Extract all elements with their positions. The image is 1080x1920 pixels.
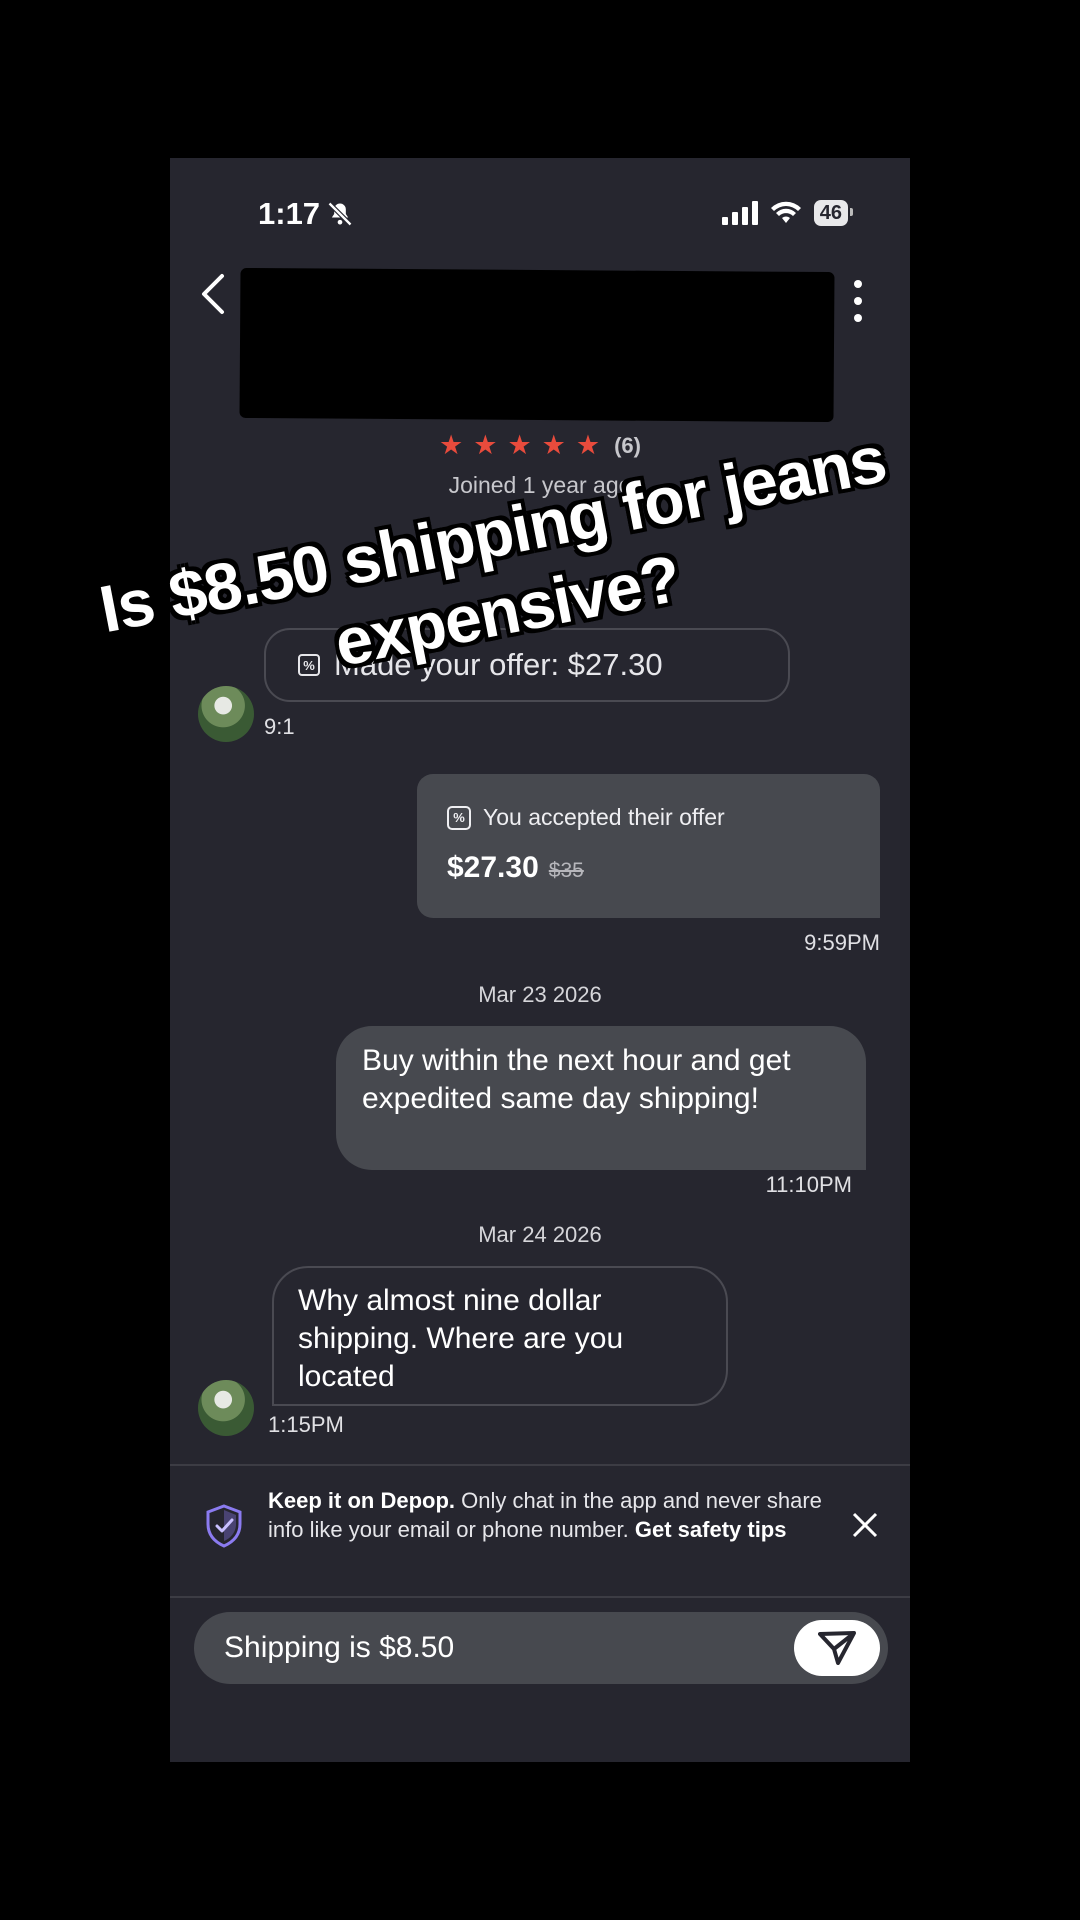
signal-icon (721, 201, 758, 225)
redacted-username (239, 267, 835, 423)
safety-text: Keep it on Depop. Only chat in the app a… (268, 1486, 828, 1544)
divider (170, 1596, 910, 1598)
back-chevron-icon[interactable] (196, 270, 232, 318)
message-time: 9:1 (264, 714, 295, 739)
offer-old-price: $35 (548, 859, 584, 882)
star-icon: ★ (507, 430, 532, 460)
wifi-icon (770, 201, 801, 223)
review-count: (6) (614, 432, 641, 458)
offer-tag-icon: % (447, 805, 471, 830)
status-time-text: 1:17 (258, 196, 321, 231)
send-icon (818, 1631, 856, 1665)
safety-tips-link[interactable]: Get safety tips (635, 1517, 787, 1542)
outgoing-message-bubble: Buy within the next hour and get expedit… (336, 1026, 866, 1170)
status-icons: 46 (721, 200, 854, 226)
battery-icon: 46 (813, 200, 854, 226)
avatar[interactable] (198, 1380, 254, 1436)
star-icon: ★ (439, 430, 464, 460)
close-icon[interactable] (850, 1510, 880, 1540)
safety-lead: Keep it on Depop. (268, 1488, 455, 1513)
date-separator: Mar 24 2026 (478, 1222, 602, 1247)
message-time: 9:59PM (804, 930, 880, 955)
safety-banner: Keep it on Depop. Only chat in the app a… (170, 1464, 910, 1592)
message-time: 1:15PM (268, 1412, 344, 1437)
message-composer (194, 1612, 888, 1684)
status-time: 1:17 (258, 196, 354, 232)
star-icon: ★ (541, 430, 566, 460)
offer-new-price: $27.30 (447, 851, 539, 884)
send-button[interactable] (794, 1620, 880, 1676)
bell-slash-icon (327, 201, 353, 227)
star-icon: ★ (575, 430, 601, 460)
incoming-message-bubble: Why almost nine dollar shipping. Where a… (272, 1266, 728, 1406)
message-time: 11:10PM (765, 1172, 852, 1197)
date-separator: Mar 23 2026 (478, 982, 602, 1007)
offer-accepted-card[interactable]: % You accepted their offer $27.30 $35 (417, 774, 880, 918)
kebab-menu-icon[interactable] (850, 278, 866, 324)
shield-check-icon (206, 1504, 242, 1548)
offer-accepted-title: You accepted their offer (483, 804, 725, 830)
phone-screen: 1:17 46 ★ ★ ★ ★ ★ (6) Joined 1 year ago … (170, 158, 910, 1762)
message-input[interactable] (224, 1612, 764, 1684)
star-icon: ★ (473, 430, 498, 460)
